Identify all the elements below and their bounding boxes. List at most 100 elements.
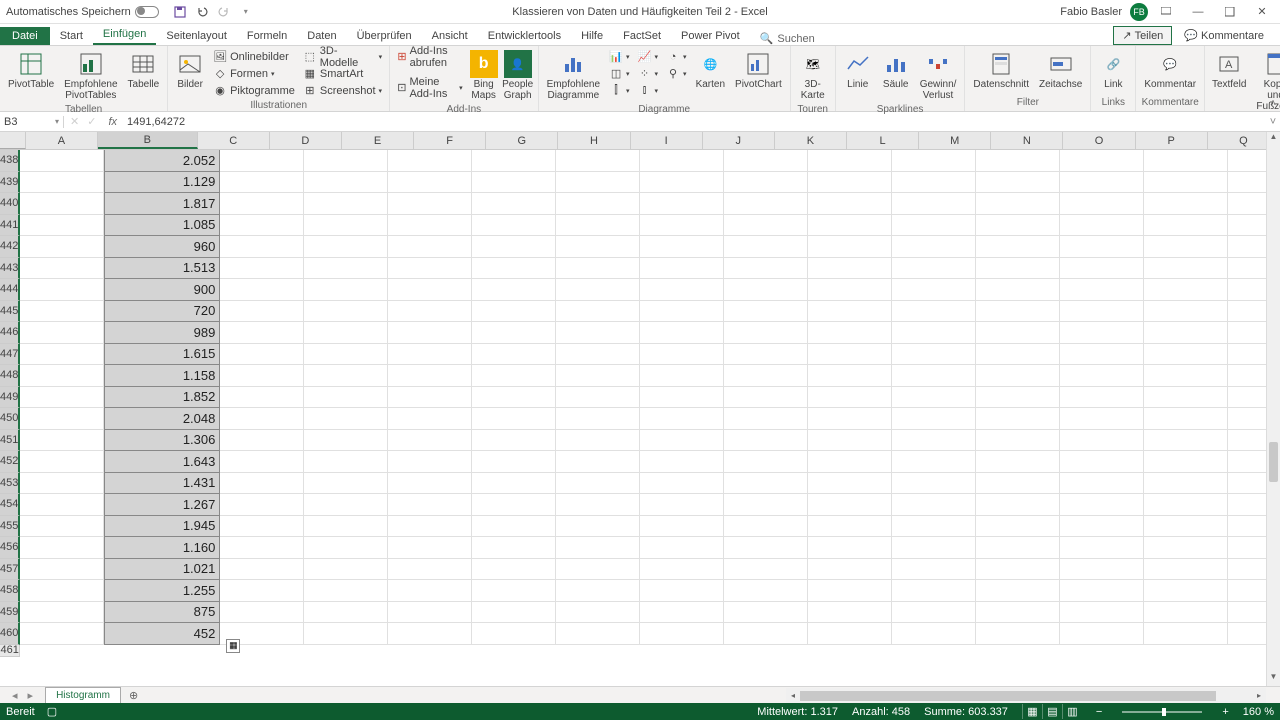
sparkline-line-button[interactable]: Linie	[840, 48, 876, 92]
cell-B450[interactable]: 2.048	[104, 408, 220, 430]
col-header-M[interactable]: M	[919, 132, 991, 149]
tab-entwicklertools[interactable]: Entwicklertools	[478, 27, 571, 45]
cell-H446[interactable]	[640, 322, 724, 344]
cell-L455[interactable]	[976, 516, 1060, 538]
cell-B447[interactable]: 1.615	[104, 344, 220, 366]
cell-A456[interactable]	[20, 537, 104, 559]
cell-J454[interactable]	[808, 494, 892, 516]
pictures-button[interactable]: Bilder	[172, 48, 208, 92]
cell-G447[interactable]	[556, 344, 640, 366]
cell-G438[interactable]	[556, 150, 640, 172]
cell-G444[interactable]	[556, 279, 640, 301]
cancel-formula-icon[interactable]: ✕	[70, 115, 79, 128]
cell-M449[interactable]	[1060, 387, 1144, 409]
link-button[interactable]: 🔗Link	[1095, 48, 1131, 92]
maps-button[interactable]: 🌐Karten	[692, 48, 729, 92]
cell-J446[interactable]	[808, 322, 892, 344]
cell-C453[interactable]	[220, 473, 304, 495]
cell-E455[interactable]	[388, 516, 472, 538]
undo-icon[interactable]	[195, 5, 209, 19]
cell-N449[interactable]	[1144, 387, 1228, 409]
cell-C449[interactable]	[220, 387, 304, 409]
cell-K448[interactable]	[892, 365, 976, 387]
col-header-C[interactable]: C	[198, 132, 270, 149]
cell-L445[interactable]	[976, 301, 1060, 323]
cell-F453[interactable]	[472, 473, 556, 495]
spreadsheet-grid[interactable]: ABCDEFGHIJKLMNOPQ 4384394404414424434444…	[0, 132, 1280, 686]
cell-A460[interactable]	[20, 623, 104, 645]
cell-L451[interactable]	[976, 430, 1060, 452]
cell-E441[interactable]	[388, 215, 472, 237]
cell-E449[interactable]	[388, 387, 472, 409]
cell-D456[interactable]	[304, 537, 388, 559]
cell-J442[interactable]	[808, 236, 892, 258]
cell-H440[interactable]	[640, 193, 724, 215]
cell-M442[interactable]	[1060, 236, 1144, 258]
cell-A452[interactable]	[20, 451, 104, 473]
cell-M440[interactable]	[1060, 193, 1144, 215]
cell-C439[interactable]	[220, 172, 304, 194]
sparkline-winloss-button[interactable]: Gewinn/ Verlust	[916, 48, 961, 103]
statistic-chart-button[interactable]: ⁘▾	[635, 65, 662, 82]
hierarchy-chart-button[interactable]: ◫▾	[606, 65, 633, 82]
cell-H448[interactable]	[640, 365, 724, 387]
cell-C447[interactable]	[220, 344, 304, 366]
cell-K460[interactable]	[892, 623, 976, 645]
row-header-460[interactable]: 460	[0, 623, 20, 645]
minimize-icon[interactable]: —	[1184, 2, 1212, 22]
cell-L456[interactable]	[976, 537, 1060, 559]
timeline-button[interactable]: Zeitachse	[1035, 48, 1086, 92]
cell-K451[interactable]	[892, 430, 976, 452]
cell-A453[interactable]	[20, 473, 104, 495]
waterfall-chart-button[interactable]: ⫿▾	[606, 82, 633, 99]
cell-B459[interactable]: 875	[104, 602, 220, 624]
cell-B438[interactable]: 2.052	[104, 150, 220, 172]
cell-D452[interactable]	[304, 451, 388, 473]
cell-K459[interactable]	[892, 602, 976, 624]
cell-C448[interactable]	[220, 365, 304, 387]
cell-G455[interactable]	[556, 516, 640, 538]
cell-M452[interactable]	[1060, 451, 1144, 473]
cell-N443[interactable]	[1144, 258, 1228, 280]
cell-D443[interactable]	[304, 258, 388, 280]
cell-F450[interactable]	[472, 408, 556, 430]
cell-K458[interactable]	[892, 580, 976, 602]
maximize-icon[interactable]	[1216, 2, 1244, 22]
cell-J457[interactable]	[808, 559, 892, 581]
qat-customize-icon[interactable]: ▾	[239, 5, 253, 19]
col-header-D[interactable]: D	[270, 132, 342, 149]
cell-F455[interactable]	[472, 516, 556, 538]
cell-H460[interactable]	[640, 623, 724, 645]
cell-K454[interactable]	[892, 494, 976, 516]
cell-A442[interactable]	[20, 236, 104, 258]
cell-F448[interactable]	[472, 365, 556, 387]
cell-H453[interactable]	[640, 473, 724, 495]
cell-N438[interactable]	[1144, 150, 1228, 172]
cell-L450[interactable]	[976, 408, 1060, 430]
cell-E452[interactable]	[388, 451, 472, 473]
cell-C443[interactable]	[220, 258, 304, 280]
cell-F444[interactable]	[472, 279, 556, 301]
cell-C458[interactable]	[220, 580, 304, 602]
cell-I450[interactable]	[724, 408, 808, 430]
cell-H456[interactable]	[640, 537, 724, 559]
cell-E440[interactable]	[388, 193, 472, 215]
cell-M439[interactable]	[1060, 172, 1144, 194]
icons-button[interactable]: ◉Piktogramme	[210, 82, 298, 99]
fill-options-icon[interactable]: ▦	[226, 639, 240, 653]
cell-J452[interactable]	[808, 451, 892, 473]
col-header-H[interactable]: H	[558, 132, 630, 149]
row-header-445[interactable]: 445	[0, 301, 20, 323]
cell-F451[interactable]	[472, 430, 556, 452]
cell-K452[interactable]	[892, 451, 976, 473]
cell-H455[interactable]	[640, 516, 724, 538]
cell-D458[interactable]	[304, 580, 388, 602]
cell-M441[interactable]	[1060, 215, 1144, 237]
cell-I439[interactable]	[724, 172, 808, 194]
comments-button[interactable]: 💬Kommentare	[1176, 27, 1272, 44]
cell-H450[interactable]	[640, 408, 724, 430]
redo-icon[interactable]	[217, 5, 231, 19]
cell-L444[interactable]	[976, 279, 1060, 301]
col-header-E[interactable]: E	[342, 132, 414, 149]
cell-E456[interactable]	[388, 537, 472, 559]
